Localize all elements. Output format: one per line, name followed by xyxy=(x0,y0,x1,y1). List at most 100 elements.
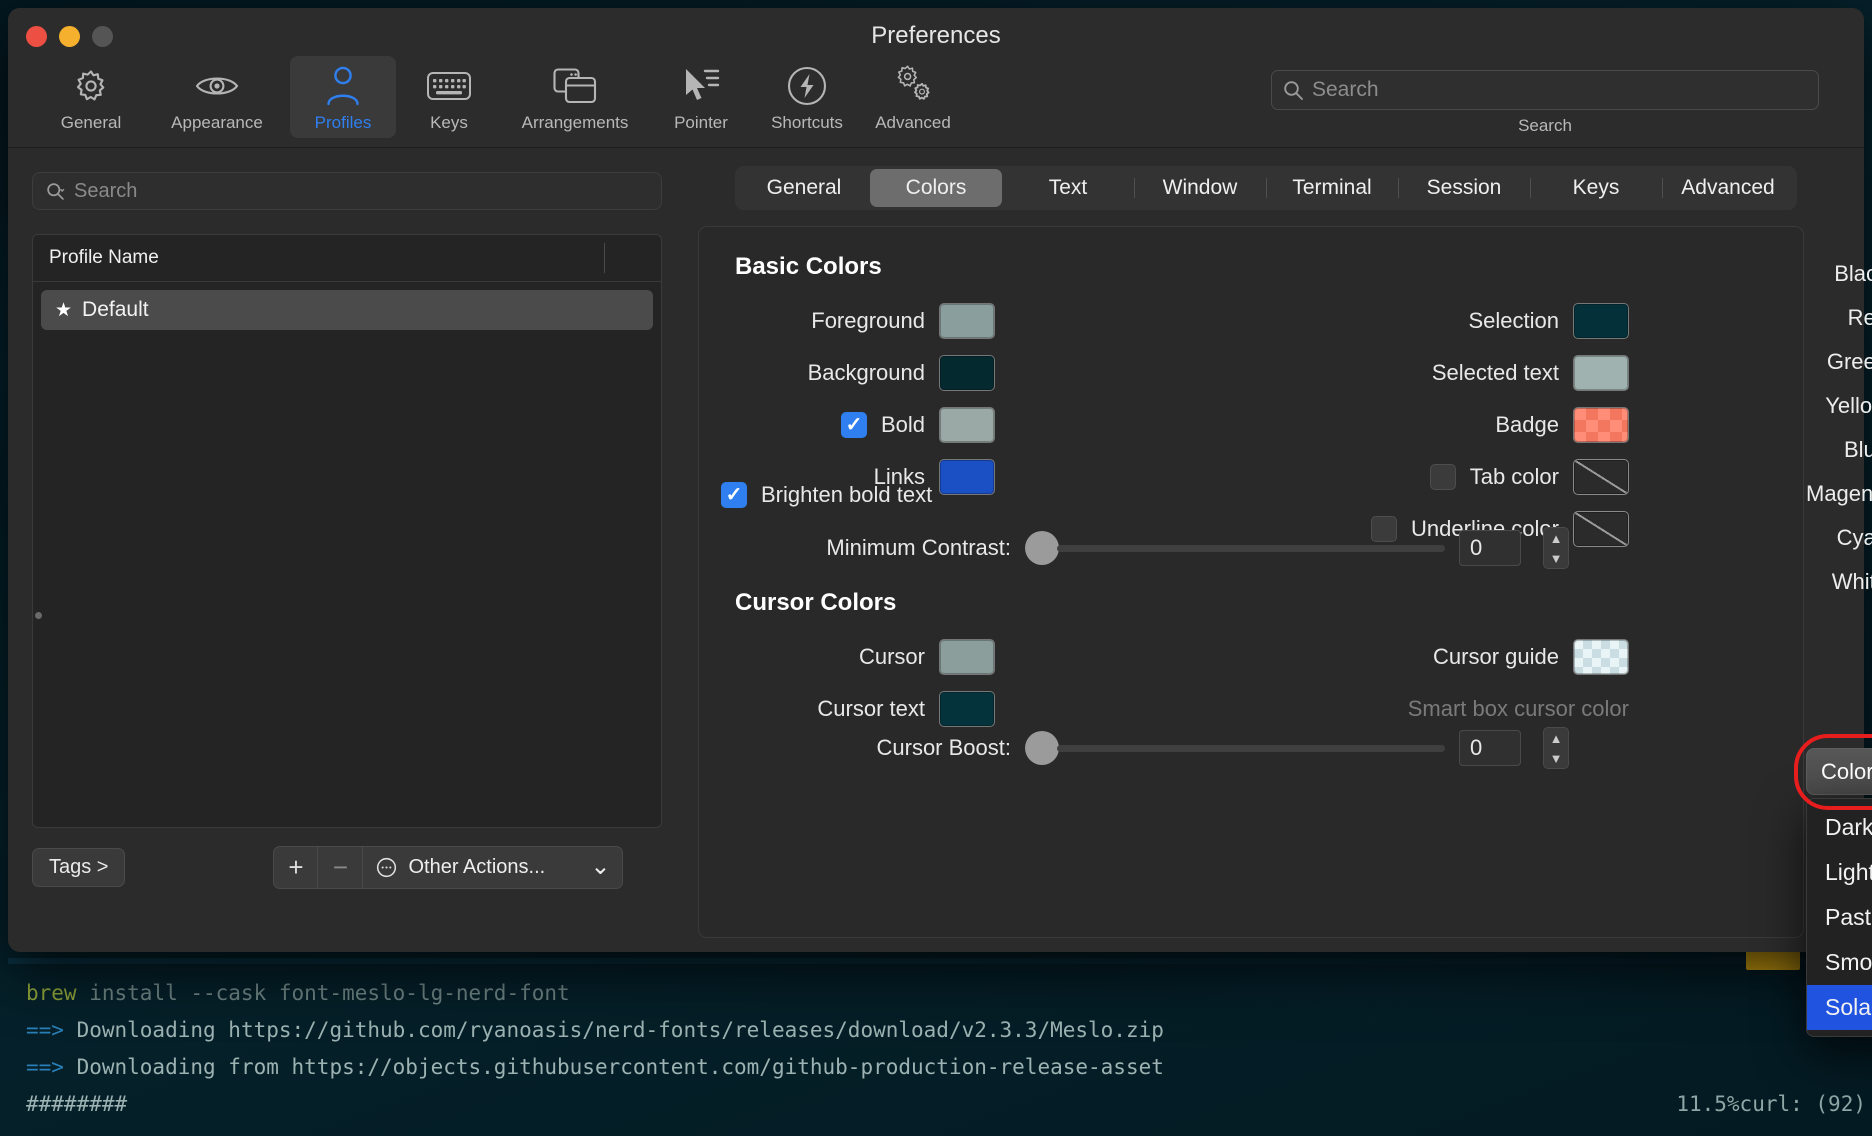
person-icon xyxy=(326,63,360,109)
terminal-output: brew install --cask font-meslo-lg-nerd-f… xyxy=(26,975,1872,1123)
terminal-progress-line: 11.5%curl: (92) xyxy=(1676,1092,1866,1116)
background-swatch[interactable] xyxy=(939,355,995,391)
preset-option-light-background[interactable]: Light Background xyxy=(1807,850,1872,895)
tab-text[interactable]: Text xyxy=(1002,169,1134,207)
minimum-contrast-slider-track[interactable] xyxy=(1057,544,1445,552)
tab-session[interactable]: Session xyxy=(1398,169,1530,207)
tab-colors[interactable]: Colors xyxy=(870,169,1002,207)
terminal-line: ==> Downloading from https://objects.git… xyxy=(26,1049,1872,1086)
basic-row-background: Background xyxy=(735,347,995,399)
profile-row[interactable]: ★ Default xyxy=(41,290,653,330)
minimum-contrast-slider[interactable] xyxy=(1025,531,1445,565)
foreground-swatch[interactable] xyxy=(939,303,995,339)
brighten-bold-text-label: Brighten bold text xyxy=(761,482,933,507)
cursor-text-swatch[interactable] xyxy=(939,691,995,727)
minimum-contrast-row: Minimum Contrast: 0 ▲ ▼ xyxy=(735,527,1765,569)
tab-general[interactable]: General xyxy=(738,169,870,207)
tab-window[interactable]: Window xyxy=(1134,169,1266,207)
terminal-line: brew install --cask font-meslo-lg-nerd-f… xyxy=(26,975,1872,1012)
bold-label: Bold xyxy=(880,412,925,437)
color-presets-dropdown[interactable]: Dark BackgroundLight BackgroundPastel (D… xyxy=(1806,798,1872,1037)
stepper-down-icon[interactable]: ▼ xyxy=(1550,751,1563,766)
selected-text-swatch[interactable] xyxy=(1573,355,1629,391)
basic-colors-right-column: Selection Selected text Badge Tab color Unde… xyxy=(1029,295,1629,555)
cursor-text-label: Cursor text xyxy=(817,696,925,721)
window-title: Preferences xyxy=(871,22,1001,49)
terminal-line: ######## xyxy=(26,1086,1872,1123)
cursor-boost-label: Cursor Boost: xyxy=(876,735,1012,760)
other-actions-menu[interactable]: Other Actions... ⌄ xyxy=(363,846,624,889)
ansi-colors-title: ANSI Colors xyxy=(1806,174,1872,202)
toolbar-item-arrangements[interactable]: Arrangements xyxy=(502,56,648,138)
eye-icon xyxy=(195,63,239,109)
cursor-colors-left-column: Cursor Cursor text xyxy=(735,631,995,735)
profile-row-name: Default xyxy=(82,298,149,321)
pointer-icon xyxy=(680,63,722,109)
color-presets-group: Color Presets... Dark BackgroundLight Ba… xyxy=(1794,734,1872,1037)
add-profile-button[interactable]: + xyxy=(273,846,319,889)
cursor-boost-value[interactable]: 0 xyxy=(1459,730,1521,766)
cursor-boost-slider-track[interactable] xyxy=(1057,744,1445,752)
window-titlebar: Preferences General Appearance Profiles Key… xyxy=(8,8,1864,148)
cursor-guide-swatch[interactable] xyxy=(1573,639,1629,675)
ellipsis-circle-icon xyxy=(375,856,398,879)
minimum-contrast-slider-knob[interactable] xyxy=(1025,531,1059,565)
badge-swatch[interactable] xyxy=(1573,407,1629,443)
toolbar-item-keys[interactable]: Keys xyxy=(396,56,502,138)
tags-button[interactable]: Tags > xyxy=(32,848,126,887)
terminal-text: ######## xyxy=(26,1092,128,1116)
settings-tabbar: General Colors Text Window Terminal Session Ke… xyxy=(735,166,1797,210)
toolbar-item-profiles[interactable]: Profiles xyxy=(290,56,396,138)
brighten-bold-text-row[interactable]: Brighten bold text xyxy=(721,469,932,521)
tab-terminal[interactable]: Terminal xyxy=(1266,169,1398,207)
profiles-table-header[interactable]: Profile Name xyxy=(33,235,661,282)
tab-color-swatch[interactable] xyxy=(1573,459,1629,495)
preferences-window: Preferences General Appearance Profiles Key… xyxy=(8,8,1872,1037)
sidebar-resize-handle[interactable] xyxy=(35,612,42,619)
cursor-label: Cursor xyxy=(858,644,925,669)
brighten-bold-text-checkbox[interactable] xyxy=(721,482,747,508)
stepper-up-icon[interactable]: ▲ xyxy=(1550,731,1563,746)
window-body: Search Profile Name ★ Default Tags > + − xyxy=(8,148,1872,1037)
profiles-sidebar: Search Profile Name ★ Default Tags > + − xyxy=(8,148,686,952)
ansi-label-magenta: Magenta xyxy=(1806,481,1872,506)
toolbar-search-caption: Search xyxy=(1518,116,1572,135)
terminal-line: ==> Downloading https://github.com/ryano… xyxy=(26,1012,1872,1049)
preset-option-pastel-dark-background-[interactable]: Pastel (Dark Background) xyxy=(1807,895,1872,940)
bold-swatch[interactable] xyxy=(939,407,995,443)
color-presets-button[interactable]: Color Presets... xyxy=(1806,748,1872,795)
stepper-up-icon[interactable]: ▲ xyxy=(1550,531,1563,546)
basic-colors-title: Basic Colors xyxy=(735,253,882,280)
bold-checkbox[interactable] xyxy=(840,412,867,438)
minimum-contrast-label: Minimum Contrast: xyxy=(826,535,1011,560)
cursor-boost-slider[interactable] xyxy=(1025,731,1445,765)
minimum-contrast-stepper[interactable]: ▲ ▼ xyxy=(1543,527,1569,569)
cursor-boost-slider-knob[interactable] xyxy=(1025,731,1059,765)
tab-color-label: Tab color xyxy=(1469,464,1559,489)
selection-swatch[interactable] xyxy=(1573,303,1629,339)
stepper-down-icon[interactable]: ▼ xyxy=(1550,551,1563,566)
preset-option-dark-background[interactable]: Dark Background xyxy=(1807,805,1872,850)
links-swatch[interactable] xyxy=(939,459,995,495)
profile-search-input[interactable]: Search xyxy=(32,172,662,210)
terminal-progress-line xyxy=(1676,1049,1866,1086)
cursor-row-cursor: Cursor xyxy=(735,631,995,683)
minimum-contrast-value[interactable]: 0 xyxy=(1459,530,1521,566)
toolbar-item-advanced[interactable]: Advanced xyxy=(860,56,966,138)
toolbar-item-pointer[interactable]: Pointer xyxy=(648,56,754,138)
remove-profile-button[interactable]: − xyxy=(318,846,364,889)
toolbar-search-input[interactable]: Search xyxy=(1271,70,1819,110)
cursor-boost-row: Cursor Boost: 0 ▲ ▼ xyxy=(735,727,1765,769)
toolbar-item-shortcuts[interactable]: Shortcuts xyxy=(754,56,860,138)
cursor-swatch[interactable] xyxy=(939,639,995,675)
tab-color-checkbox[interactable] xyxy=(1429,464,1456,490)
tab-keys[interactable]: Keys xyxy=(1530,169,1662,207)
toolbar-item-appearance[interactable]: Appearance xyxy=(144,56,290,138)
ansi-column-headers: Normal Bright xyxy=(1806,222,1872,244)
tab-advanced[interactable]: Advanced xyxy=(1662,169,1794,207)
preset-option-solarized-dark[interactable]: Solarized Dark xyxy=(1807,985,1872,1030)
cursor-boost-stepper[interactable]: ▲ ▼ xyxy=(1543,727,1569,769)
toolbar-item-general[interactable]: General xyxy=(38,56,144,138)
preset-option-smoooooth[interactable]: Smoooooth xyxy=(1807,940,1872,985)
toolbar-item-label: Advanced xyxy=(875,113,951,132)
